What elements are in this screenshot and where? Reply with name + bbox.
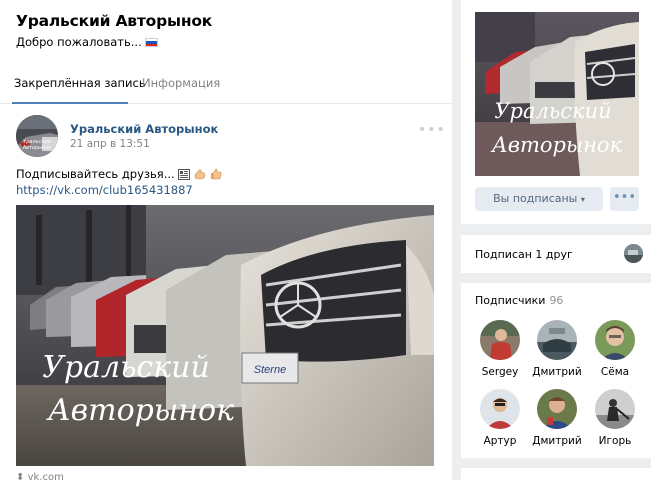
post-source-text[interactable]: vk.com: [28, 472, 64, 480]
post-text-content: Подписывайтесь друзья...: [16, 167, 175, 181]
subscriber-item[interactable]: Игорь: [587, 389, 643, 447]
subscriber-avatar[interactable]: [595, 389, 635, 429]
friends-label[interactable]: Подписан 1 друг: [475, 248, 573, 261]
subscriber-avatar[interactable]: [595, 320, 635, 360]
post-text: Подписывайтесь друзья...: [16, 167, 222, 183]
subscriber-item[interactable]: Сёма: [587, 320, 643, 378]
cover-caption-line2: Авторынок: [490, 133, 623, 157]
thumbs-up-icon: [210, 168, 222, 183]
subscribers-count: 96: [549, 294, 564, 307]
subscribed-button-label: Вы подписаны: [493, 192, 578, 205]
friend-avatar[interactable]: [624, 244, 643, 263]
subscriber-avatar[interactable]: [537, 389, 577, 429]
tab-bar: Закреплённая запись Информация: [0, 64, 452, 104]
subscribers-card: Подписчики 96 Sergey Дмитрий Сёма Артур Д…: [461, 283, 651, 458]
subscriber-item[interactable]: Дмитрий: [529, 320, 585, 378]
subscriber-avatar[interactable]: [480, 320, 520, 360]
group-header: Уральский Авторынок Добро пожаловать...: [16, 12, 212, 49]
vk-emoji-icon: [178, 169, 191, 183]
chevron-down-icon: ▾: [580, 195, 585, 204]
subscriber-name[interactable]: Дмитрий: [529, 366, 585, 378]
subscriber-item[interactable]: Sergey: [472, 320, 528, 378]
tab-pinned-post[interactable]: Закреплённая запись: [14, 76, 146, 90]
subscriber-name[interactable]: Дмитрий: [529, 435, 585, 447]
subscribers-header[interactable]: Подписчики 96: [475, 294, 563, 307]
group-title: Уральский Авторынок: [16, 12, 213, 30]
subscriber-name[interactable]: Сёма: [587, 366, 643, 378]
post-date[interactable]: 21 апр в 13:51: [70, 138, 150, 150]
image-caption-line2: Авторынок: [46, 393, 234, 428]
link-icon: ⬍: [16, 472, 28, 480]
subscriber-avatar[interactable]: [537, 320, 577, 360]
cover-caption-line1: Уральский: [494, 99, 611, 123]
active-tab-indicator: [12, 102, 128, 104]
next-card: [461, 468, 651, 480]
subscribed-button[interactable]: Вы подписаны ▾: [475, 187, 603, 211]
subscriber-name[interactable]: Игорь: [587, 435, 643, 447]
post-author-avatar[interactable]: Уральский Авторынок: [16, 115, 58, 157]
tab-info[interactable]: Информация: [142, 76, 220, 90]
post-source[interactable]: ⬍ vk.com: [16, 472, 64, 480]
group-cover-image[interactable]: Уральский Авторынок: [475, 12, 639, 176]
svg-text:Авторынок: Авторынок: [22, 145, 52, 151]
more-actions-button[interactable]: •••: [610, 187, 639, 211]
main-column: Уральский Авторынок Добро пожаловать... …: [0, 0, 452, 480]
russia-flag-icon: [144, 38, 158, 47]
flexed-biceps-icon: [194, 168, 206, 183]
subscriber-avatar[interactable]: [480, 389, 520, 429]
friends-card[interactable]: Подписан 1 друг: [461, 235, 651, 273]
group-status-text: Добро пожаловать...: [16, 35, 142, 49]
image-caption-line1: Уральский: [42, 350, 210, 385]
group-cover-card: Уральский Авторынок Вы подписаны ▾ •••: [461, 0, 651, 224]
subscriber-name[interactable]: Sergey: [472, 366, 528, 378]
subscriber-item[interactable]: Артур: [472, 389, 528, 447]
post-menu-icon[interactable]: •••: [418, 122, 446, 138]
post-author-name[interactable]: Уральский Авторынок: [70, 122, 218, 136]
group-status: Добро пожаловать...: [16, 35, 212, 49]
more-dots-icon: •••: [612, 190, 636, 205]
post-link[interactable]: https://vk.com/club165431887: [16, 183, 193, 197]
subscriber-item[interactable]: Дмитрий: [529, 389, 585, 447]
subscriber-name[interactable]: Артур: [472, 435, 528, 447]
plate-text: Sterne: [254, 364, 286, 376]
subscribers-label[interactable]: Подписчики: [475, 294, 545, 307]
post-image[interactable]: Sterne Уральский Авторынок: [16, 205, 434, 466]
